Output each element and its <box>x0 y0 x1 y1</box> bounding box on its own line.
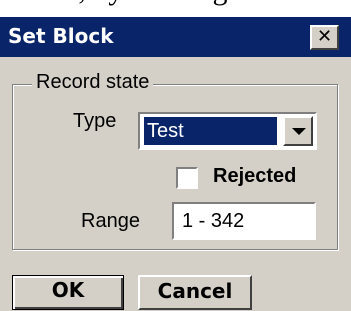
type-select-value: Test <box>144 117 277 145</box>
close-icon: ✕ <box>316 26 333 47</box>
ok-button[interactable]: OK <box>12 275 124 310</box>
range-input[interactable] <box>172 202 316 240</box>
rejected-checkbox[interactable] <box>176 167 198 189</box>
type-dropdown-button[interactable] <box>283 116 313 146</box>
type-select[interactable]: Test <box>138 112 317 150</box>
type-label: Type <box>73 110 117 132</box>
chevron-down-icon <box>292 128 306 135</box>
record-state-legend: Record state <box>32 71 154 94</box>
range-label: Range <box>81 210 140 232</box>
dialog-title: Set Block <box>8 24 114 48</box>
cancel-button[interactable]: Cancel <box>138 275 252 310</box>
close-button[interactable]: ✕ <box>310 25 339 50</box>
title-bar: Set Block ✕ <box>0 17 351 57</box>
background-document-text: blocks, by clicking the Set Bl <box>0 0 351 17</box>
set-block-dialog: Set Block ✕ Record state Type Test Rejec… <box>0 17 351 311</box>
rejected-label: Rejected <box>213 165 297 187</box>
